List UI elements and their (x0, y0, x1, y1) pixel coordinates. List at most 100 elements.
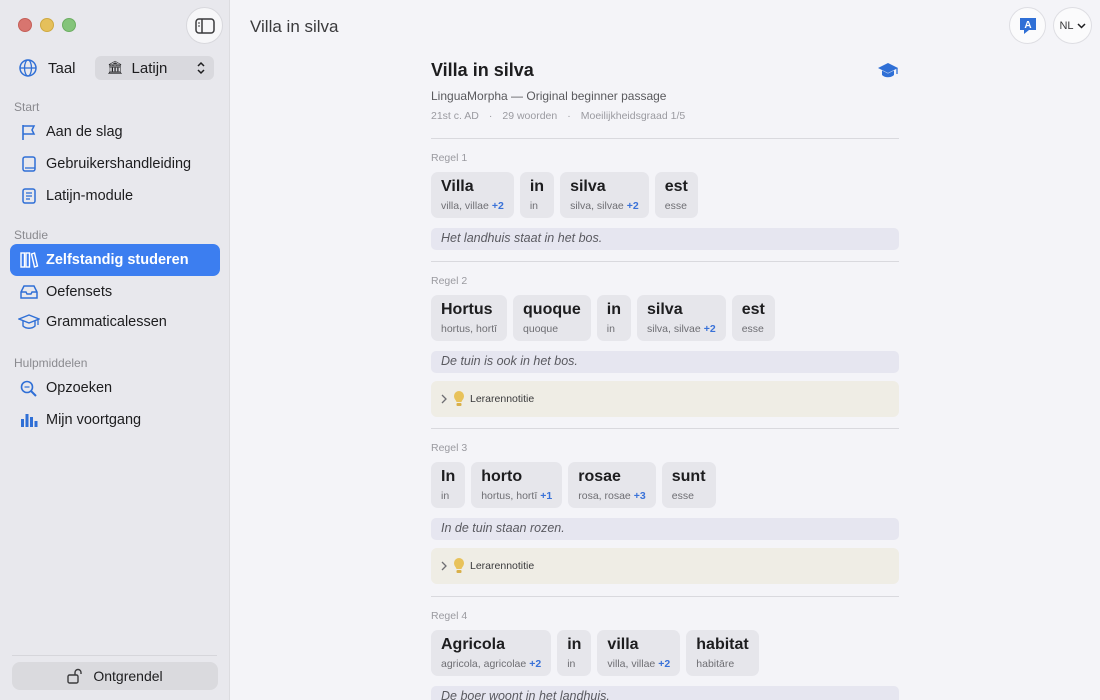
tray-icon (18, 281, 40, 303)
meta-separator: · (488, 110, 493, 122)
token-more-count: +2 (491, 200, 504, 212)
lightbulb-icon (453, 390, 465, 408)
sidebar-item-opzoeken[interactable]: Opzoeken (10, 372, 220, 404)
token-forms: habitāre (696, 658, 735, 670)
locale-menu-button[interactable]: NL (1053, 7, 1092, 44)
token-forms: agricola, agricolae (441, 658, 527, 670)
word-token[interactable]: horto hortus, hortī +1 (471, 462, 563, 508)
token-forms: villa, villae (441, 200, 489, 212)
document-title: Villa in silva (431, 60, 534, 80)
token-forms: villa, villae (607, 658, 656, 670)
sidebar-item-label: Aan de slag (46, 124, 123, 140)
word-token[interactable]: in in (519, 172, 555, 218)
word-token[interactable]: quoque quoque (513, 295, 591, 341)
zoom-window-button[interactable] (62, 18, 76, 32)
token-list: In in horto hortus, hortī +1 rosae rosa, ros… (431, 462, 899, 508)
sidebar-item-gebruikershandleiding[interactable]: Gebruikershandleiding (10, 148, 220, 180)
word-token[interactable]: in in (557, 630, 592, 676)
token-word: Hortus (441, 301, 493, 318)
sidebar-item-oefensets[interactable]: Oefensets (10, 276, 220, 308)
sidebar-item-zelfstandig-studeren[interactable]: Zelfstandig studeren (10, 244, 220, 276)
unlock-icon (67, 668, 83, 684)
token-forms: hortus, hortī (481, 490, 538, 502)
line-block: Regel 4 Agricola agricola, agricolae +2 in… (431, 596, 899, 700)
token-forms: in (529, 200, 539, 212)
word-token[interactable]: rosae rosa, rosae +3 (568, 462, 656, 508)
line-block: Regel 1 Villa villa, villae +2 in in silva s… (431, 138, 899, 250)
token-forms: silva, silvae (647, 323, 701, 335)
sidebar-toggle-icon (194, 17, 215, 34)
token-word: in (567, 636, 582, 653)
unlock-button[interactable]: Ontgrendel (12, 662, 218, 690)
token-word: silva (647, 301, 683, 318)
sidebar-item-latijn-module[interactable]: Latijn-module (10, 180, 220, 212)
token-forms: esse (671, 490, 694, 502)
chevron-right-icon (441, 561, 447, 571)
token-word: habitat (696, 636, 749, 653)
section-label-start: Start (14, 100, 40, 114)
line-label: Regel 1 (431, 152, 468, 164)
token-word: Villa (441, 178, 474, 195)
sidebar-toggle-button[interactable] (186, 7, 223, 44)
token-word: silva (570, 178, 606, 195)
word-token[interactable]: villa villa, villae +2 (597, 630, 681, 676)
token-forms: esse (664, 200, 687, 212)
word-token[interactable]: est esse (731, 295, 775, 341)
token-word: villa (607, 636, 639, 653)
word-token[interactable]: est esse (654, 172, 698, 218)
sidebar-item-label: Opzoeken (46, 380, 113, 396)
sidebar-item-label: Gebruikershandleiding (46, 156, 192, 172)
line-label: Regel 2 (431, 275, 468, 287)
token-forms: in (441, 490, 450, 502)
token-forms: in (606, 323, 615, 335)
token-word: quoque (523, 301, 581, 318)
svg-text:A: A (1024, 20, 1031, 31)
token-word: in (529, 178, 545, 195)
word-token[interactable]: Agricola agricola, agricolae +2 (431, 630, 552, 676)
section-label-study: Studie (14, 228, 49, 242)
lightbulb-icon (453, 557, 465, 575)
token-more-count: +2 (658, 658, 671, 670)
unlock-label: Ontgrendel (93, 668, 163, 684)
temple-icon: 🏛 (107, 60, 124, 75)
meta-difficulty: Moeilijkheidsgraad 1/5 (580, 110, 686, 122)
token-forms: silva, silvae (570, 200, 624, 212)
line-translation: Het landhuis staat in het bos. (431, 228, 899, 250)
line-label: Regel 4 (431, 610, 468, 622)
word-token[interactable]: in in (596, 295, 632, 341)
books-icon (18, 249, 40, 271)
minimize-window-button[interactable] (40, 18, 54, 32)
line-block: Regel 3 In in horto hortus, hortī +1 rosae r… (431, 428, 899, 584)
token-word: est (741, 301, 765, 318)
sidebar: Taal 🏛 Latijn Start Aan de slag Gebruike… (0, 0, 230, 700)
line-translation: De boer woont in het landhuis. (431, 686, 899, 700)
teacher-note-disclosure[interactable]: Lerarennotitie (431, 381, 899, 417)
language-row: Taal 🏛 Latijn (18, 56, 214, 80)
token-more-count: +2 (626, 200, 639, 212)
word-token[interactable]: Villa villa, villae +2 (431, 172, 514, 218)
word-token[interactable]: sunt esse (661, 462, 716, 508)
sidebar-item-mijn-voortgang[interactable]: Mijn voortgang (10, 404, 220, 436)
translate-icon: A (1019, 17, 1036, 34)
token-list: Villa villa, villae +2 in in silva silva, si… (431, 172, 899, 218)
word-token[interactable]: silva silva, silvae +2 (560, 172, 649, 218)
word-token[interactable]: In in (431, 462, 466, 508)
sidebar-item-aan-de-slag[interactable]: Aan de slag (10, 116, 220, 148)
book-icon (18, 153, 40, 175)
word-token[interactable]: habitat habitāre (686, 630, 759, 676)
close-window-button[interactable] (18, 18, 32, 32)
token-more-count: +1 (540, 490, 553, 502)
language-select[interactable]: 🏛 Latijn (95, 56, 214, 80)
word-token[interactable]: Hortus hortus, hortī (431, 295, 508, 341)
word-token[interactable]: silva silva, silvae +2 (637, 295, 726, 341)
teacher-note-disclosure[interactable]: Lerarennotitie (431, 548, 899, 584)
translate-button[interactable]: A (1009, 7, 1046, 44)
meta-word-count: 29 woorden (502, 110, 558, 122)
sidebar-item-grammaticalessen[interactable]: Grammaticalessen (10, 306, 220, 338)
graduation-cap-icon[interactable] (877, 61, 899, 86)
token-word: horto (481, 468, 523, 485)
language-select-value: Latijn (131, 59, 168, 77)
document-meta: 21st c. AD · 29 woorden · Moeilijkheidsg… (431, 110, 685, 122)
token-more-count: +2 (529, 658, 542, 670)
token-list: Agricola agricola, agricolae +2 in in villa… (431, 630, 899, 676)
